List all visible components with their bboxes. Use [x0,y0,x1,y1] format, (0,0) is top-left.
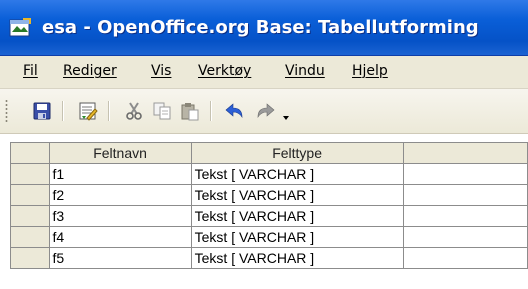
toolbar-separator [62,101,63,121]
description-cell[interactable] [402,184,528,206]
table-design-grid: Feltnavn Felttype f1 Tekst [ VARCHAR ] f… [0,134,528,289]
description-cell[interactable] [402,205,528,227]
save-button[interactable] [30,99,54,123]
title-bar[interactable]: esa - OpenOffice.org Base: Tabellutformi… [0,0,528,56]
description-cell[interactable] [402,163,528,185]
toolbar-options-button[interactable] [280,99,292,123]
field-name-cell[interactable]: f3 [48,205,192,227]
column-header-field-name[interactable]: Feltnavn [48,142,192,164]
field-type-cell[interactable]: Tekst [ VARCHAR ] [190,226,404,248]
table-row: f3 Tekst [ VARCHAR ] [10,205,528,227]
row-selector[interactable] [10,247,50,269]
menu-bar: Fil Rediger Vis Verktøy Vindu Hjelp [0,56,528,89]
paste-button[interactable] [178,99,202,123]
field-name-cell[interactable]: f4 [48,226,192,248]
toolbar-grip[interactable] [5,99,8,123]
cut-icon [126,102,142,120]
header-row: Feltnavn Felttype [10,142,528,164]
description-cell[interactable] [402,247,528,269]
redo-button[interactable] [254,99,278,123]
table-row: f5 Tekst [ VARCHAR ] [10,247,528,269]
field-name-cell[interactable]: f5 [48,247,192,269]
table-row: f2 Tekst [ VARCHAR ] [10,184,528,206]
menu-edit[interactable]: Rediger [63,63,117,79]
column-header-field-type[interactable]: Felttype [190,142,404,164]
corner-header[interactable] [10,142,50,164]
field-name-cell[interactable]: f1 [48,163,192,185]
menu-view[interactable]: Vis [151,63,171,79]
save-icon [33,102,51,120]
edit-index-icon [79,102,98,121]
row-selector[interactable] [10,184,50,206]
dropdown-arrow-icon [283,116,289,120]
row-selector[interactable] [10,205,50,227]
table-row: f4 Tekst [ VARCHAR ] [10,226,528,248]
description-cell[interactable] [402,226,528,248]
field-name-cell[interactable]: f2 [48,184,192,206]
field-type-cell[interactable]: Tekst [ VARCHAR ] [190,205,404,227]
menu-tools[interactable]: Verktøy [198,63,251,79]
field-type-cell[interactable]: Tekst [ VARCHAR ] [190,163,404,185]
field-type-cell[interactable]: Tekst [ VARCHAR ] [190,247,404,269]
standard-toolbar [0,89,528,134]
menu-window[interactable]: Vindu [285,63,325,79]
cut-button[interactable] [122,99,146,123]
redo-icon [257,103,275,119]
field-table: Feltnavn Felttype f1 Tekst [ VARCHAR ] f… [10,142,528,269]
row-selector[interactable] [10,226,50,248]
toolbar-separator [210,101,211,121]
field-type-cell[interactable]: Tekst [ VARCHAR ] [190,184,404,206]
copy-icon [153,102,171,120]
openoffice-base-icon [9,18,31,37]
index-design-button[interactable] [76,99,100,123]
undo-icon [225,103,243,119]
menu-help[interactable]: Hjelp [352,63,388,79]
row-selector[interactable] [10,163,50,185]
toolbar-separator [108,101,109,121]
menu-file[interactable]: Fil [23,63,38,79]
window-title: esa - OpenOffice.org Base: Tabellutformi… [42,17,479,38]
table-row: f1 Tekst [ VARCHAR ] [10,163,528,185]
undo-button[interactable] [222,99,246,123]
paste-icon [181,103,199,121]
column-header-description[interactable] [402,142,528,164]
copy-button[interactable] [150,99,174,123]
